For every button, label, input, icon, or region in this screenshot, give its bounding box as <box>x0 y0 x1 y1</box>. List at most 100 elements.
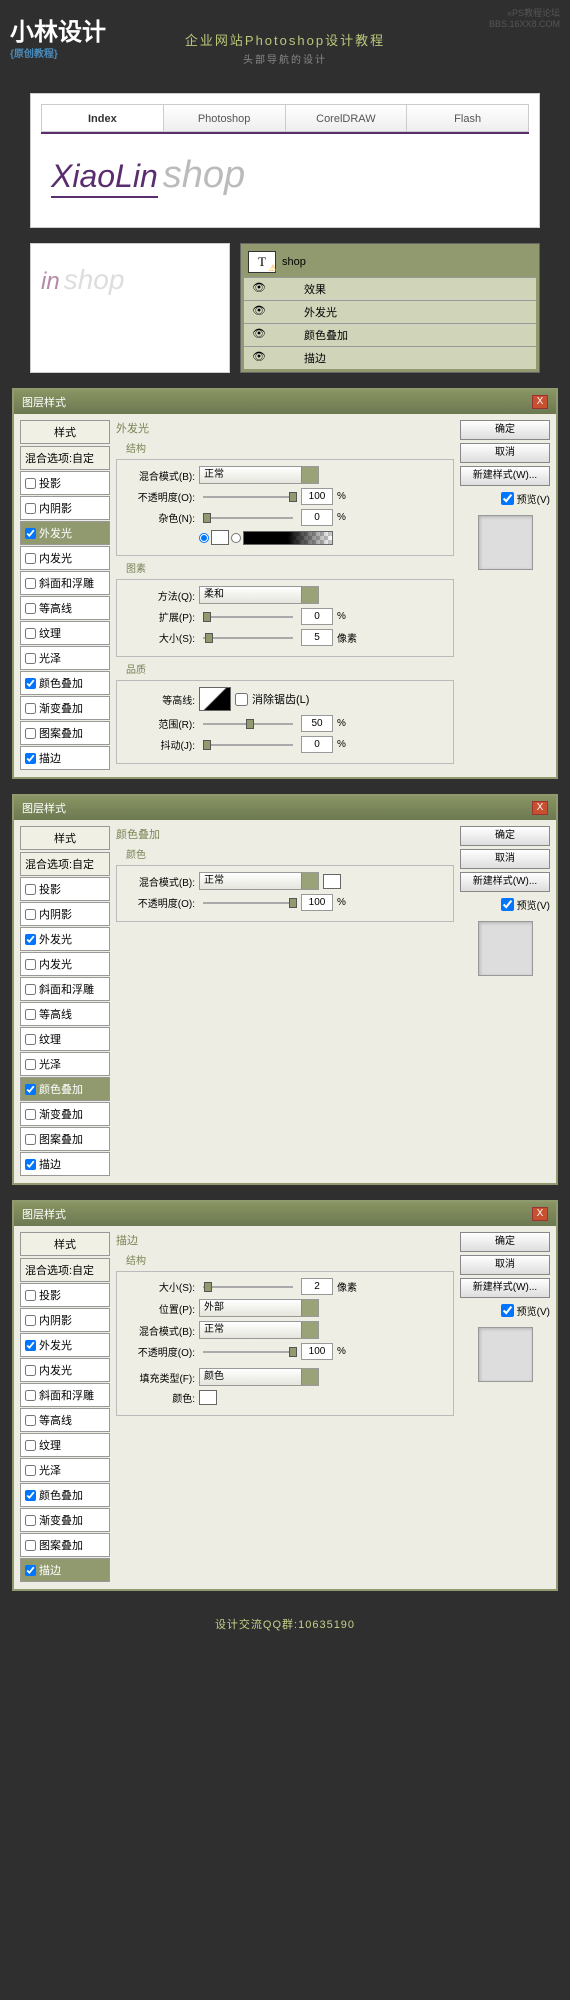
opacity-slider[interactable] <box>203 1351 293 1353</box>
style-bevel[interactable]: 斜面和浮雕 <box>20 1383 110 1407</box>
style-dropshadow[interactable]: 投影 <box>20 877 110 901</box>
noise-slider[interactable] <box>203 517 293 519</box>
jitter-input[interactable] <box>301 736 333 753</box>
size-input[interactable] <box>301 629 333 646</box>
color-radio[interactable] <box>199 533 209 543</box>
style-patternoverlay[interactable]: 图案叠加 <box>20 1127 110 1151</box>
blending-options[interactable]: 混合选项:自定 <box>20 852 110 876</box>
style-satin[interactable]: 光泽 <box>20 1052 110 1076</box>
position-combo[interactable]: 外部 <box>199 1299 319 1317</box>
blend-mode-combo[interactable]: 正常 <box>199 1321 319 1339</box>
tab-photoshop[interactable]: Photoshop <box>164 105 286 131</box>
style-contour[interactable]: 等高线 <box>20 1002 110 1026</box>
style-texture[interactable]: 纹理 <box>20 621 110 645</box>
glow-gradient[interactable] <box>243 531 333 545</box>
jitter-slider[interactable] <box>203 744 293 746</box>
style-bevel[interactable]: 斜面和浮雕 <box>20 977 110 1001</box>
styles-header[interactable]: 样式 <box>20 1232 110 1256</box>
noise-input[interactable] <box>301 509 333 526</box>
style-innershadow[interactable]: 内阴影 <box>20 1308 110 1332</box>
style-texture[interactable]: 纹理 <box>20 1433 110 1457</box>
gradient-radio[interactable] <box>231 533 241 543</box>
range-slider[interactable] <box>203 723 293 725</box>
cancel-button[interactable]: 取消 <box>460 443 550 463</box>
style-innerglow[interactable]: 内发光 <box>20 1358 110 1382</box>
ok-button[interactable]: 确定 <box>460 420 550 440</box>
close-button[interactable]: X <box>532 801 548 815</box>
style-patternoverlay[interactable]: 图案叠加 <box>20 721 110 745</box>
close-button[interactable]: X <box>532 1207 548 1221</box>
visibility-icon[interactable]: 👁 <box>252 350 266 363</box>
tab-coreldraw[interactable]: CorelDRAW <box>286 105 408 131</box>
size-input[interactable] <box>301 1278 333 1295</box>
style-patternoverlay[interactable]: 图案叠加 <box>20 1533 110 1557</box>
layer-effect-coloroverlay[interactable]: 👁颜色叠加 <box>244 323 536 346</box>
style-dropshadow[interactable]: 投影 <box>20 1283 110 1307</box>
style-contour[interactable]: 等高线 <box>20 1408 110 1432</box>
size-slider[interactable] <box>203 1286 293 1288</box>
opacity-input[interactable] <box>301 894 333 911</box>
new-style-button[interactable]: 新建样式(W)... <box>460 466 550 486</box>
style-innerglow[interactable]: 内发光 <box>20 952 110 976</box>
visibility-icon[interactable]: 👁 <box>252 327 266 340</box>
fill-type-combo[interactable]: 颜色 <box>199 1368 319 1386</box>
cancel-button[interactable]: 取消 <box>460 1255 550 1275</box>
cancel-button[interactable]: 取消 <box>460 849 550 869</box>
style-innershadow[interactable]: 内阴影 <box>20 496 110 520</box>
size-slider[interactable] <box>203 637 293 639</box>
style-coloroverlay[interactable]: 颜色叠加 <box>20 1483 110 1507</box>
style-texture[interactable]: 纹理 <box>20 1027 110 1051</box>
style-innershadow[interactable]: 内阴影 <box>20 902 110 926</box>
contour-picker[interactable] <box>199 687 231 711</box>
preview-checkbox[interactable] <box>501 1304 514 1317</box>
layer-effect-outerglow[interactable]: 👁外发光 <box>244 300 536 323</box>
ok-button[interactable]: 确定 <box>460 1232 550 1252</box>
visibility-icon[interactable]: 👁 <box>252 304 266 317</box>
dialog-titlebar[interactable]: 图层样式 X <box>14 1202 556 1226</box>
style-coloroverlay[interactable]: 颜色叠加 <box>20 1077 110 1101</box>
layer-effect-stroke[interactable]: 👁描边 <box>244 346 536 369</box>
style-satin[interactable]: 光泽 <box>20 1458 110 1482</box>
stroke-color-swatch[interactable] <box>199 1390 217 1405</box>
tab-index[interactable]: Index <box>42 105 164 131</box>
style-satin[interactable]: 光泽 <box>20 646 110 670</box>
style-stroke[interactable]: 描边 <box>20 1152 110 1176</box>
preview-checkbox[interactable] <box>501 492 514 505</box>
style-outerglow[interactable]: 外发光 <box>20 1333 110 1357</box>
blend-mode-combo[interactable]: 正常 <box>199 872 319 890</box>
range-input[interactable] <box>301 715 333 732</box>
spread-slider[interactable] <box>203 616 293 618</box>
opacity-slider[interactable] <box>203 902 293 904</box>
style-stroke[interactable]: 描边 <box>20 746 110 770</box>
styles-header[interactable]: 样式 <box>20 826 110 850</box>
style-gradientoverlay[interactable]: 渐变叠加 <box>20 696 110 720</box>
style-bevel[interactable]: 斜面和浮雕 <box>20 571 110 595</box>
dialog-titlebar[interactable]: 图层样式 X <box>14 390 556 414</box>
style-outerglow[interactable]: 外发光 <box>20 521 110 545</box>
close-button[interactable]: X <box>532 395 548 409</box>
blend-mode-combo[interactable]: 正常 <box>199 466 319 484</box>
style-gradientoverlay[interactable]: 渐变叠加 <box>20 1508 110 1532</box>
new-style-button[interactable]: 新建样式(W)... <box>460 872 550 892</box>
layer-effects-header[interactable]: 👁效果 <box>244 277 536 300</box>
styles-header[interactable]: 样式 <box>20 420 110 444</box>
style-contour[interactable]: 等高线 <box>20 596 110 620</box>
style-stroke[interactable]: 描边 <box>20 1558 110 1582</box>
preview-checkbox[interactable] <box>501 898 514 911</box>
tab-flash[interactable]: Flash <box>407 105 528 131</box>
blending-options[interactable]: 混合选项:自定 <box>20 446 110 470</box>
blending-options[interactable]: 混合选项:自定 <box>20 1258 110 1282</box>
style-coloroverlay[interactable]: 颜色叠加 <box>20 671 110 695</box>
ok-button[interactable]: 确定 <box>460 826 550 846</box>
layer-name[interactable]: shop <box>282 256 306 268</box>
style-dropshadow[interactable]: 投影 <box>20 471 110 495</box>
dialog-titlebar[interactable]: 图层样式 X <box>14 796 556 820</box>
visibility-icon[interactable]: 👁 <box>252 281 266 294</box>
glow-color-swatch[interactable] <box>211 530 229 545</box>
new-style-button[interactable]: 新建样式(W)... <box>460 1278 550 1298</box>
layer-thumbnail[interactable]: ⚠ <box>248 251 276 273</box>
opacity-slider[interactable] <box>203 496 293 498</box>
overlay-color-swatch[interactable] <box>323 874 341 889</box>
style-outerglow[interactable]: 外发光 <box>20 927 110 951</box>
opacity-input[interactable] <box>301 488 333 505</box>
